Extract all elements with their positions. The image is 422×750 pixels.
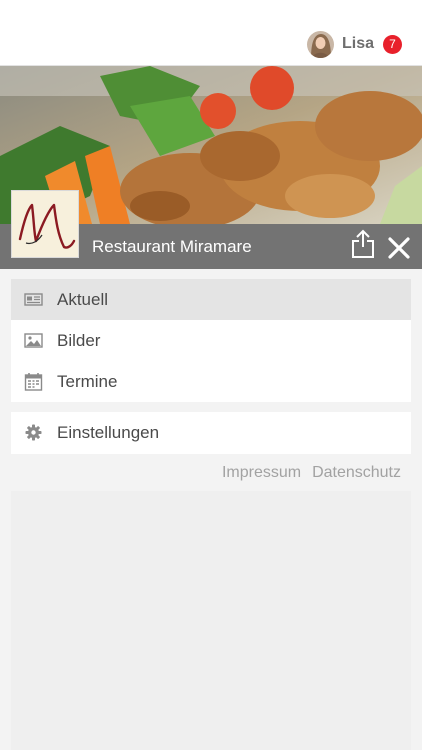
menu-item-termine[interactable]: Termine	[11, 361, 411, 402]
gear-icon	[25, 424, 42, 441]
menu-item-bilder[interactable]: Bilder	[11, 320, 411, 361]
datenschutz-link[interactable]: Datenschutz	[312, 464, 401, 482]
restaurant-logo	[11, 190, 79, 258]
content-area	[11, 491, 411, 750]
avatar[interactable]	[306, 30, 334, 58]
footer-links: Impressum Datenschutz	[222, 464, 401, 482]
menu-item-aktuell[interactable]: Aktuell	[11, 279, 411, 320]
logo-monogram-icon	[12, 191, 78, 257]
impressum-link[interactable]: Impressum	[222, 464, 301, 482]
main-menu: Aktuell Bilder Termine	[11, 279, 411, 402]
username[interactable]: Lisa	[342, 35, 374, 53]
menu-item-label: Bilder	[57, 331, 101, 350]
menu-item-label: Einstellungen	[57, 423, 160, 442]
notification-badge[interactable]: 7	[383, 34, 402, 54]
newspaper-icon	[24, 293, 43, 306]
settings-menu: Einstellungen	[11, 412, 411, 454]
menu-item-label: Aktuell	[57, 290, 109, 309]
close-icon[interactable]	[387, 236, 411, 260]
user-profile[interactable]: Lisa 7	[306, 30, 402, 58]
calendar-icon	[24, 373, 43, 391]
image-icon	[24, 333, 43, 348]
share-icon[interactable]	[351, 229, 375, 259]
restaurant-name: Restaurant Miramare	[92, 237, 252, 256]
top-bar: Lisa 7	[0, 0, 422, 66]
menu-item-label: Termine	[57, 372, 118, 391]
menu-item-einstellungen[interactable]: Einstellungen	[11, 412, 411, 453]
